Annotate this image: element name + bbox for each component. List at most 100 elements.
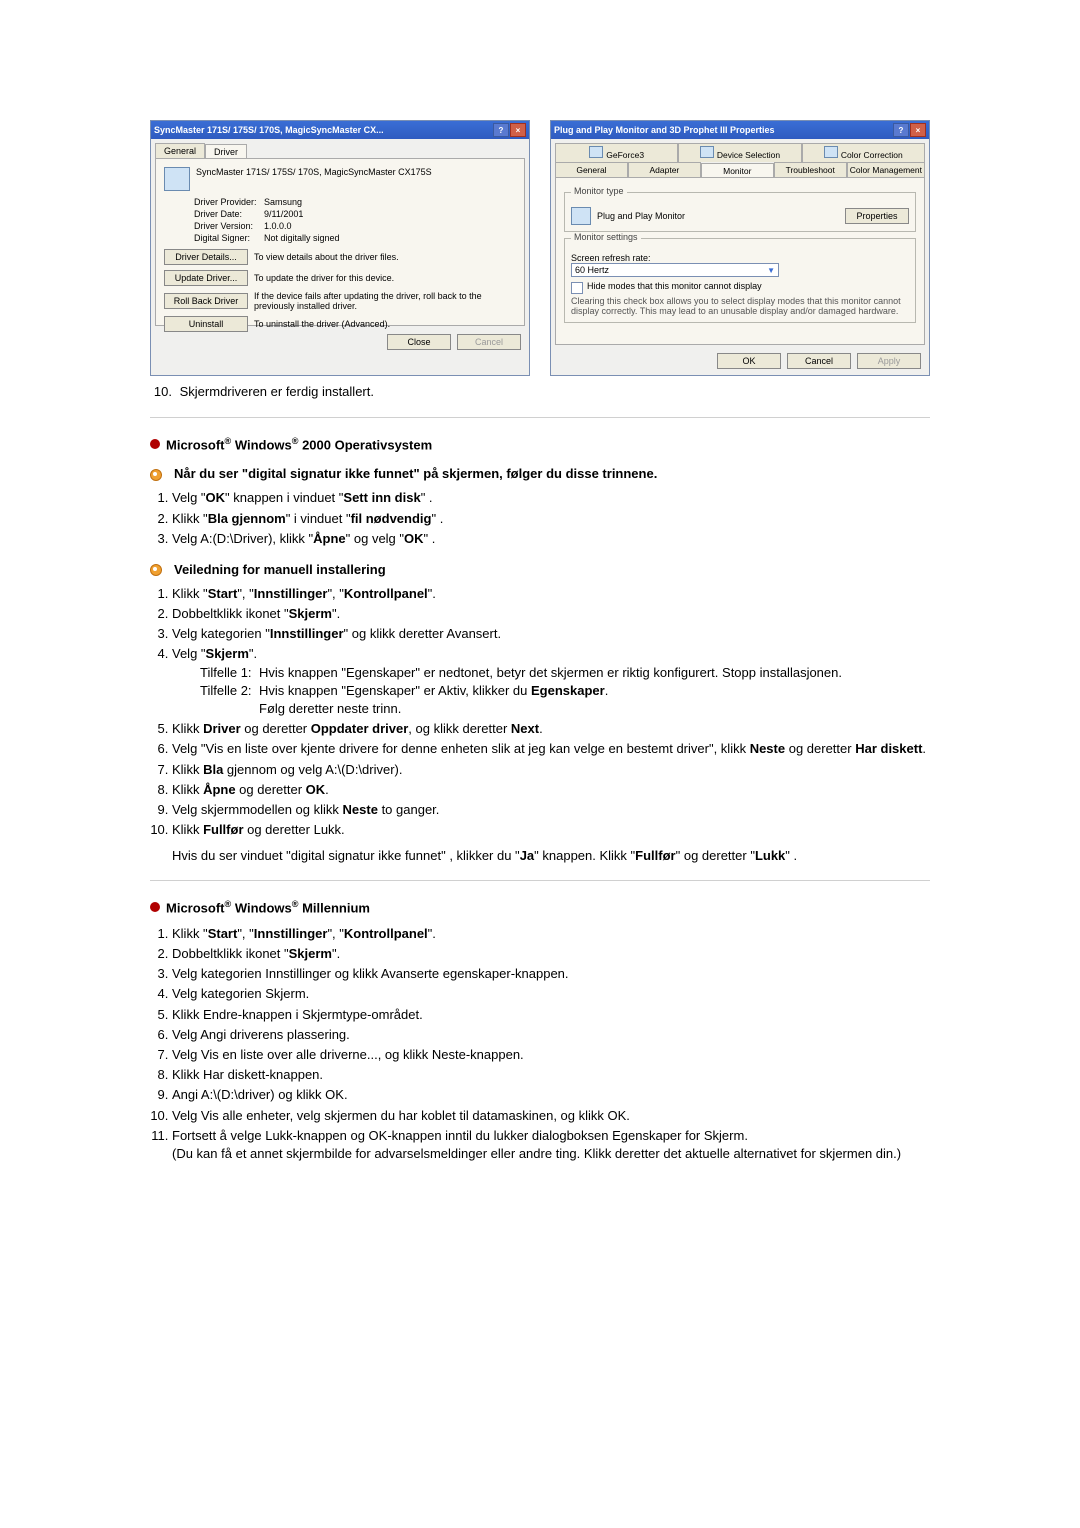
list-item: Velg Angi driverens plassering.: [172, 1026, 930, 1044]
list-item: Klikk "Start", "Innstillinger", "Kontrol…: [172, 925, 930, 943]
list-item: Velg kategorien Skjerm.: [172, 985, 930, 1003]
manual-title: Veiledning for manuell installering: [174, 562, 386, 577]
properties-button[interactable]: Properties: [845, 208, 909, 224]
help-icon[interactable]: ?: [493, 123, 509, 137]
nvidia-icon: [589, 146, 603, 158]
hide-modes-checkbox[interactable]: Hide modes that this monitor cannot disp…: [571, 281, 909, 294]
winme-heading: Microsoft® Windows® Millennium: [150, 899, 930, 915]
tab-troubleshoot[interactable]: Troubleshoot: [774, 162, 847, 177]
list-item: Velg kategorien Innstillinger og klikk A…: [172, 965, 930, 983]
tab-driver[interactable]: Driver: [205, 144, 247, 159]
sig-title: Når du ser "digital signatur ikke funnet…: [174, 466, 657, 481]
list-item: Velg "Skjerm". Tilfelle 1:Hvis knappen "…: [172, 645, 930, 718]
list-item: Klikk Endre-knappen i Skjermtype-området…: [172, 1006, 930, 1024]
document-page: SyncMaster 171S/ 175S/ 170S, MagicSyncMa…: [110, 0, 970, 1233]
list-item: Klikk Driver og deretter Oppdater driver…: [172, 720, 930, 738]
uninstall-button[interactable]: Uninstall: [164, 316, 248, 332]
date-value: 9/11/2001: [264, 209, 303, 219]
title-text-2: Plug and Play Monitor and 3D Prophet III…: [554, 125, 775, 135]
signer-value: Not digitally signed: [264, 233, 340, 243]
cancel-button-1[interactable]: Cancel: [457, 334, 521, 350]
device-name: SyncMaster 171S/ 175S/ 170S, MagicSyncMa…: [196, 167, 516, 191]
tab-color-correction[interactable]: Color Correction: [802, 143, 925, 162]
help-icon-2[interactable]: ?: [893, 123, 909, 137]
monitor-icon-2: [571, 207, 591, 225]
refresh-select[interactable]: 60 Hertz ▼: [571, 263, 779, 277]
driver-panel: SyncMaster 171S/ 175S/ 170S, MagicSyncMa…: [155, 158, 525, 326]
update-driver-button[interactable]: Update Driver...: [164, 270, 248, 286]
rollback-driver-button[interactable]: Roll Back Driver: [164, 293, 248, 309]
tabs-2: GeForce3 Device Selection Color Correcti…: [555, 143, 925, 177]
case2-follow: Følg deretter neste trinn.: [259, 700, 401, 718]
tab-device-selection[interactable]: Device Selection: [678, 143, 801, 162]
nvidia-icon: [824, 146, 838, 158]
tab-general-1[interactable]: General: [155, 143, 205, 158]
sig-heading: Når du ser "digital signatur ikke funnet…: [150, 466, 930, 481]
title-text-1: SyncMaster 171S/ 175S/ 170S, MagicSyncMa…: [154, 125, 384, 135]
divider: [150, 880, 930, 881]
version-value: 1.0.0.0: [264, 221, 292, 231]
close-icon-2[interactable]: ×: [910, 123, 926, 137]
driver-details-button[interactable]: Driver Details...: [164, 249, 248, 265]
monitor-settings-label: Monitor settings: [571, 232, 641, 242]
apply-button-2[interactable]: Apply: [857, 353, 921, 369]
details-desc: To view details about the driver files.: [254, 252, 516, 262]
provider-value: Samsung: [264, 197, 302, 207]
list-item: Velg Vis en liste over alle driverne...,…: [172, 1046, 930, 1064]
ok-button-2[interactable]: OK: [717, 353, 781, 369]
cancel-button-2[interactable]: Cancel: [787, 353, 851, 369]
me-note: (Du kan få et annet skjermbilde for adva…: [172, 1145, 930, 1163]
step-10: 10. Skjermdriveren er ferdig installert.: [150, 384, 930, 399]
monitor-icon: [164, 167, 190, 191]
tab-geforce3[interactable]: GeForce3: [555, 143, 678, 162]
winme-title: Microsoft® Windows® Millennium: [166, 899, 370, 915]
win2000-heading: Microsoft® Windows® 2000 Operativsystem: [150, 436, 930, 452]
finish-note: Hvis du ser vinduet "digital signatur ik…: [172, 847, 930, 865]
case2-text: Hvis knappen "Egenskaper" er Aktiv, klik…: [259, 682, 608, 700]
step10-text: Skjermdriveren er ferdig installert.: [180, 384, 374, 399]
list-item: Klikk Bla gjennom og velg A:\(D:\driver)…: [172, 761, 930, 779]
signer-label: Digital Signer:: [194, 233, 264, 243]
bullet-icon: [150, 902, 160, 912]
list-item: Klikk Har diskett-knappen.: [172, 1066, 930, 1084]
monitor-type-label: Monitor type: [571, 186, 627, 196]
bullet-icon: [150, 439, 160, 449]
close-button-1[interactable]: Close: [387, 334, 451, 350]
monitor-name: Plug and Play Monitor: [597, 211, 839, 221]
monitor-type-group: Monitor type Plug and Play Monitor Prope…: [564, 192, 916, 232]
list-item: Velg "OK" knappen i vinduet "Sett inn di…: [172, 489, 930, 507]
list-item: Velg "Vis en liste over kjente drivere f…: [172, 740, 930, 758]
case2-label: Tilfelle 2:: [200, 682, 255, 700]
tab-general-2[interactable]: General: [555, 162, 628, 177]
tab-monitor[interactable]: Monitor: [701, 163, 774, 178]
manual-heading: Veiledning for manuell installering: [150, 562, 930, 577]
list-item: Klikk "Bla gjennom" i vinduet "fil nødve…: [172, 510, 930, 528]
close-icon[interactable]: ×: [510, 123, 526, 137]
list-item: Fortsett å velge Lukk-knappen og OK-knap…: [172, 1127, 930, 1163]
driver-properties-dialog: SyncMaster 171S/ 175S/ 170S, MagicSyncMa…: [150, 120, 530, 376]
checkbox-icon: [571, 282, 583, 294]
list-item: Dobbeltklikk ikonet "Skjerm".: [172, 605, 930, 623]
tabs-1: General Driver: [155, 143, 525, 158]
list-item: Velg skjermmodellen og klikk Neste to ga…: [172, 801, 930, 819]
sig-steps: Velg "OK" knappen i vinduet "Sett inn di…: [172, 489, 930, 548]
update-desc: To update the driver for this device.: [254, 273, 516, 283]
chevron-down-icon: ▼: [767, 266, 775, 275]
date-label: Driver Date:: [194, 209, 264, 219]
monitor-panel: Monitor type Plug and Play Monitor Prope…: [555, 177, 925, 345]
list-item: Klikk "Start", "Innstillinger", "Kontrol…: [172, 585, 930, 603]
list-item: Dobbeltklikk ikonet "Skjerm".: [172, 945, 930, 963]
titlebar-2: Plug and Play Monitor and 3D Prophet III…: [551, 121, 929, 139]
list-item: Velg kategorien "Innstillinger" og klikk…: [172, 625, 930, 643]
tab-color-management[interactable]: Color Management: [847, 162, 925, 177]
win2000-title: Microsoft® Windows® 2000 Operativsystem: [166, 436, 432, 452]
list-item: Klikk Fullfør og deretter Lukk. Hvis du …: [172, 821, 930, 865]
manual-steps-me: Klikk "Start", "Innstillinger", "Kontrol…: [172, 925, 930, 1163]
list-item: Klikk Åpne og deretter OK.: [172, 781, 930, 799]
list-item: Velg Vis alle enheter, velg skjermen du …: [172, 1107, 930, 1125]
monitor-settings-group: Monitor settings Screen refresh rate: 60…: [564, 238, 916, 323]
uninstall-desc: To uninstall the driver (Advanced).: [254, 319, 516, 329]
list-item: Velg A:(D:\Driver), klikk "Åpne" og velg…: [172, 530, 930, 548]
tab-adapter[interactable]: Adapter: [628, 162, 701, 177]
screenshot-row: SyncMaster 171S/ 175S/ 170S, MagicSyncMa…: [150, 120, 930, 376]
